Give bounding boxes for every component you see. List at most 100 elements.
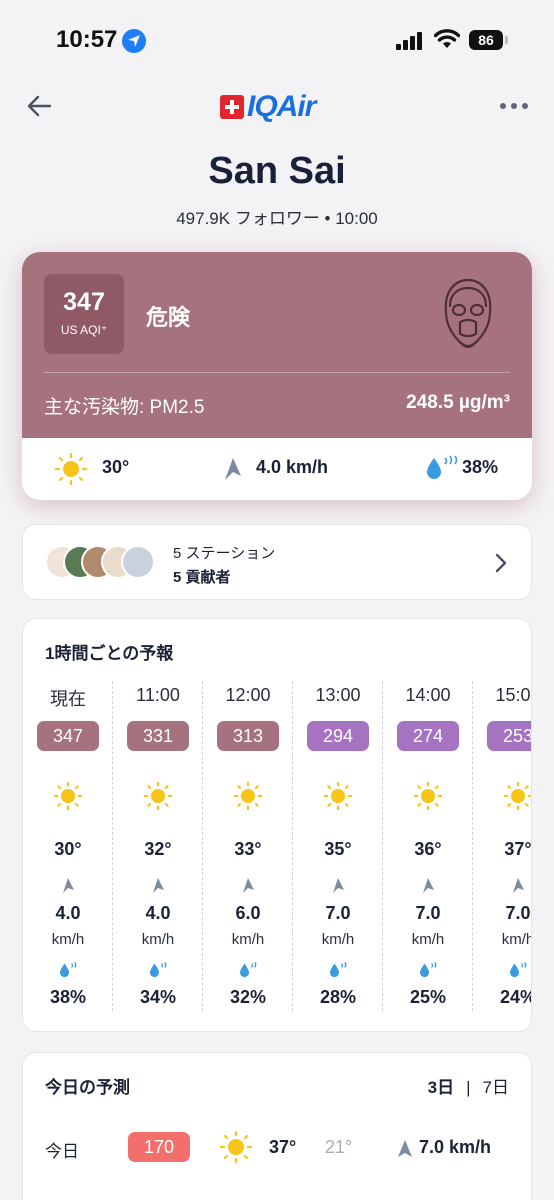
sun-icon bbox=[503, 781, 531, 816]
daily-forecast-card: 今日の予測 3日 | 7日 今日 170 37° 21° 7.0 km/h bbox=[22, 1052, 532, 1200]
wind-direction-icon bbox=[421, 877, 435, 900]
avatar bbox=[121, 545, 155, 579]
hourly-column: 14:00 274 36° 7.0 km/h 25% bbox=[383, 681, 473, 1011]
aqi-level: 危険 bbox=[146, 305, 191, 330]
wind-direction-icon bbox=[241, 877, 255, 900]
current-weather-row: 30° 4.0 km/h 38% bbox=[22, 438, 532, 500]
day-high-temp: 37° bbox=[269, 1137, 297, 1157]
aqi-summary: 347 US AQI⁺ 危険 主な汚染物: PM2.5 248.5 µg/m³ bbox=[22, 252, 532, 438]
hourly-column: 現在 347 30° 4.0 km/h 38% bbox=[23, 681, 113, 1011]
sun-icon bbox=[53, 781, 83, 816]
aqi-card[interactable]: 347 US AQI⁺ 危険 主な汚染物: PM2.5 248.5 µg/m³ bbox=[22, 252, 532, 500]
gas-mask-icon bbox=[444, 278, 492, 349]
current-temperature: 30° bbox=[102, 457, 130, 477]
hour-aqi-badge: 313 bbox=[217, 721, 279, 751]
battery-tip bbox=[505, 36, 508, 44]
back-arrow-icon[interactable] bbox=[26, 92, 54, 120]
hour-temperature: 37° bbox=[504, 839, 532, 859]
location-arrow-icon bbox=[122, 29, 146, 53]
hour-wind-unit: km/h bbox=[141, 931, 175, 948]
hour-wind-speed: 4.0 bbox=[55, 903, 81, 923]
hour-wind-speed: 6.0 bbox=[235, 903, 261, 923]
brand-name: IQAir bbox=[247, 90, 316, 123]
hour-temperature: 32° bbox=[144, 839, 172, 859]
wind-direction-icon bbox=[61, 877, 75, 900]
wind-direction-icon bbox=[225, 458, 241, 480]
hour-wind-speed: 4.0 bbox=[145, 903, 171, 923]
hour-label: 現在 bbox=[50, 689, 86, 709]
range-7-days[interactable]: 7日 bbox=[483, 1078, 509, 1097]
stations-card[interactable]: 5 ステーション 5 貢献者 bbox=[22, 524, 532, 600]
hour-wind-speed: 7.0 bbox=[325, 903, 351, 923]
humidity-icon bbox=[418, 961, 440, 984]
humidity-icon bbox=[328, 961, 350, 984]
followers-and-time: 497.9K フォロワー • 10:00 bbox=[176, 209, 378, 228]
main-pollutant: 主な汚染物: PM2.5 bbox=[44, 397, 205, 418]
city-title: San Sai bbox=[208, 150, 346, 192]
humidity-icon bbox=[508, 961, 530, 984]
day-label: 今日 bbox=[45, 1142, 79, 1161]
sun-icon bbox=[233, 781, 263, 816]
more-options-icon[interactable] bbox=[500, 103, 530, 111]
humidity-icon bbox=[58, 961, 80, 984]
hour-label: 15:00 bbox=[495, 685, 531, 705]
pollutant-concentration: 248.5 µg/m³ bbox=[406, 392, 510, 413]
wind-direction-icon bbox=[151, 877, 165, 900]
hour-aqi-badge: 331 bbox=[127, 721, 189, 751]
day-wind: 7.0 km/h bbox=[419, 1137, 492, 1157]
range-3-days[interactable]: 3日 bbox=[428, 1078, 454, 1097]
sun-icon bbox=[219, 1130, 253, 1164]
status-bar: 10:57 86 bbox=[0, 0, 554, 78]
hour-humidity: 34% bbox=[139, 987, 177, 1007]
daily-title: 今日の予測 bbox=[45, 1078, 130, 1097]
hourly-column: 11:00 331 32° 4.0 km/h 34% bbox=[113, 681, 203, 1011]
sun-icon bbox=[413, 781, 443, 816]
aqi-value-box: 347 US AQI⁺ bbox=[44, 274, 124, 354]
cellular-signal-icon bbox=[396, 30, 424, 50]
wifi-icon bbox=[434, 29, 460, 48]
hour-label: 14:00 bbox=[405, 685, 451, 705]
hour-wind-speed: 7.0 bbox=[415, 903, 441, 923]
hour-wind-unit: km/h bbox=[321, 931, 355, 948]
sun-icon bbox=[54, 452, 88, 486]
hour-wind-unit: km/h bbox=[51, 931, 85, 948]
station-count: 5 ステーション bbox=[173, 545, 276, 562]
hour-wind-unit: km/h bbox=[411, 931, 445, 948]
hour-label: 13:00 bbox=[315, 685, 361, 705]
hour-wind-unit: km/h bbox=[501, 931, 532, 948]
contributor-avatars bbox=[45, 545, 155, 581]
current-humidity: 38% bbox=[462, 457, 499, 477]
chevron-right-icon[interactable] bbox=[495, 553, 507, 573]
hourly-column: 13:00 294 35° 7.0 km/h 28% bbox=[293, 681, 383, 1011]
aqi-value: 347 bbox=[63, 288, 105, 316]
hour-temperature: 33° bbox=[234, 839, 262, 859]
hour-temperature: 30° bbox=[54, 839, 82, 859]
clock: 10:57 bbox=[56, 26, 118, 53]
hour-aqi-badge: 253 bbox=[487, 721, 531, 751]
wind-direction-icon bbox=[511, 877, 525, 900]
hourly-column: 12:00 313 33° 6.0 km/h 32% bbox=[203, 681, 293, 1011]
day-aqi-badge: 170 bbox=[128, 1132, 190, 1162]
hourly-column: 15:00 253 37° 7.0 km/h 24% bbox=[473, 681, 532, 1011]
hour-label: 12:00 bbox=[225, 685, 271, 705]
hour-humidity: 32% bbox=[229, 987, 267, 1007]
day-low-temp: 21° bbox=[325, 1137, 353, 1157]
aqi-divider bbox=[44, 372, 510, 373]
humidity-icon bbox=[427, 455, 458, 479]
hour-aqi-badge: 347 bbox=[37, 721, 99, 751]
hour-temperature: 35° bbox=[324, 839, 352, 859]
hour-humidity: 38% bbox=[49, 987, 87, 1007]
wind-direction-icon bbox=[398, 1140, 412, 1157]
current-wind: 4.0 km/h bbox=[256, 457, 329, 477]
hour-wind-unit: km/h bbox=[231, 931, 265, 948]
range-toggle: 3日 | 7日 bbox=[427, 1078, 509, 1097]
sun-icon bbox=[323, 781, 353, 816]
humidity-icon bbox=[148, 961, 170, 984]
hour-aqi-badge: 274 bbox=[397, 721, 459, 751]
hour-wind-speed: 7.0 bbox=[505, 903, 531, 923]
hourly-title: 1時間ごとの予報 bbox=[45, 644, 174, 663]
hour-temperature: 36° bbox=[414, 839, 442, 859]
hourly-forecast-card: 1時間ごとの予報 現在 347 30° 4.0 km/h 38% 11:00 331 32° 4.… bbox=[22, 618, 532, 1032]
hour-label: 11:00 bbox=[136, 685, 180, 705]
humidity-icon bbox=[238, 961, 260, 984]
